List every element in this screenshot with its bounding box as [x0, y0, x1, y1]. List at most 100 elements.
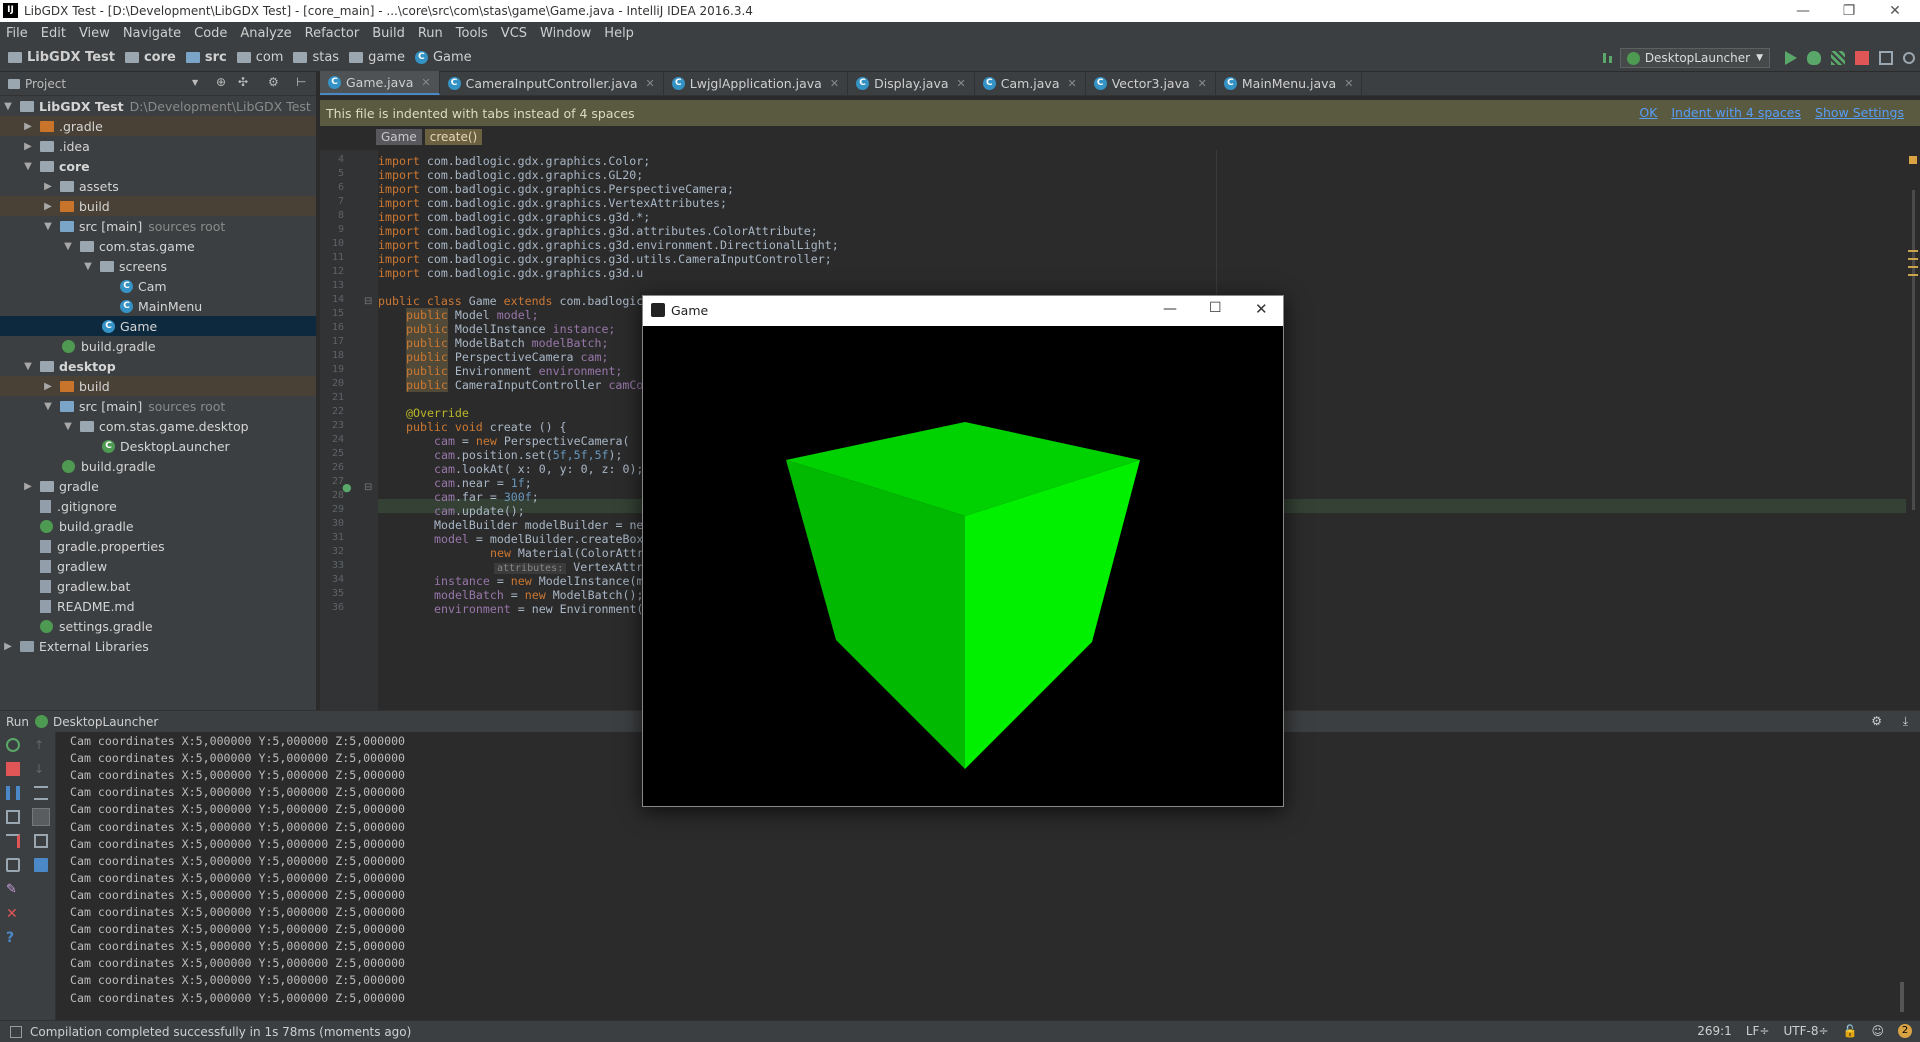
indent-4-spaces-link[interactable]: Indent with 4 spaces [1671, 105, 1801, 120]
tab-lwjgl-application[interactable]: C LwjglApplication.java ✕ [664, 71, 849, 95]
tree-item-mainmenu[interactable]: C MainMenu [0, 296, 316, 316]
console-scrollbar[interactable] [1900, 982, 1904, 1012]
tree-item-assets[interactable]: ▶ assets [0, 176, 316, 196]
maximize-button[interactable]: ❐ [1826, 0, 1872, 22]
tree-item-desktop-build-gradle[interactable]: build.gradle [0, 456, 316, 476]
trash-icon[interactable] [34, 858, 48, 872]
event-log-icon[interactable]: 2 [1898, 1024, 1912, 1038]
help-icon[interactable]: ? [6, 930, 20, 946]
stop-icon[interactable] [1855, 51, 1869, 65]
run-configuration-select[interactable]: DesktopLauncher ▼ [1619, 48, 1770, 68]
hide-panel-icon[interactable]: ⊢ [296, 75, 306, 89]
pause-icon[interactable] [6, 786, 20, 800]
tree-item-core-build[interactable]: ▶ build [0, 196, 316, 216]
menu-tools[interactable]: Tools [456, 26, 488, 41]
menu-edit[interactable]: Edit [41, 26, 66, 41]
menu-build[interactable]: Build [372, 26, 405, 41]
tree-item-desktop[interactable]: ▼ desktop [0, 356, 316, 376]
close-button[interactable]: ✕ [1255, 300, 1268, 318]
coverage-icon[interactable] [1831, 51, 1845, 65]
close-icon[interactable]: ✕ [1067, 77, 1076, 90]
fold-marker-icon[interactable]: ⊟ [364, 296, 372, 307]
exit-icon[interactable] [6, 834, 20, 848]
dump-threads-icon[interactable] [6, 810, 20, 824]
notification-ok-link[interactable]: OK [1639, 105, 1657, 120]
warning-marker-icon[interactable] [1908, 258, 1918, 260]
override-marker-icon[interactable]: ● [342, 481, 352, 494]
run-icon[interactable] [1785, 51, 1797, 65]
collapse-all-icon[interactable]: ✣ [238, 75, 248, 89]
tree-item-core-src[interactable]: ▼ src [main] sources root [0, 216, 316, 236]
pin-icon[interactable]: ✎ [6, 882, 20, 897]
project-panel-title[interactable]: Project [25, 77, 66, 91]
soft-wrap-icon[interactable] [34, 786, 48, 800]
run-config-tab[interactable]: DesktopLauncher [53, 715, 158, 729]
game-window-title-bar[interactable]: Game — ☐ ✕ [643, 296, 1283, 326]
breadcrumb-game-package[interactable]: game [349, 50, 405, 65]
maximize-button[interactable]: ☐ [1209, 300, 1222, 316]
inspector-icon[interactable]: ☺ [1871, 1024, 1884, 1038]
warning-marker-icon[interactable] [1908, 266, 1918, 268]
tree-item-package-game[interactable]: ▼ com.stas.game [0, 236, 316, 256]
editor-scrollbar[interactable] [1912, 190, 1915, 510]
menu-navigate[interactable]: Navigate [123, 26, 181, 41]
tab-display[interactable]: C Display.java ✕ [848, 71, 975, 95]
down-arrow-icon[interactable]: ↓ [34, 762, 48, 776]
menu-run[interactable]: Run [418, 26, 443, 41]
tab-vector3[interactable]: C Vector3.java ✕ [1086, 71, 1216, 95]
menu-analyze[interactable]: Analyze [240, 26, 291, 41]
gear-icon[interactable]: ⚙ [1871, 714, 1882, 728]
breadcrumb-src[interactable]: src [185, 50, 227, 65]
breadcrumb-stas[interactable]: stas [293, 50, 339, 65]
tree-item-idea[interactable]: ▶ .idea [0, 136, 316, 156]
game-window[interactable]: Game — ☐ ✕ [642, 295, 1284, 807]
tree-item-gradle-dir[interactable]: ▶ .gradle [0, 116, 316, 136]
scroll-from-source-icon[interactable]: ⊕ [216, 75, 226, 89]
menu-refactor[interactable]: Refactor [305, 26, 360, 41]
file-encoding[interactable]: UTF-8÷ [1783, 1024, 1828, 1038]
menu-view[interactable]: View [79, 26, 110, 41]
debug-icon[interactable] [1807, 51, 1821, 65]
close-icon[interactable]: ✕ [830, 77, 839, 90]
tree-item-game[interactable]: C Game [0, 316, 316, 336]
breadcrumb-com[interactable]: com [236, 50, 283, 65]
tree-item-cam[interactable]: C Cam [0, 276, 316, 296]
tree-item-package-desktop[interactable]: ▼ com.stas.game.desktop [0, 416, 316, 436]
warning-marker-icon[interactable] [1909, 156, 1917, 164]
chevron-down-icon[interactable]: ▼ [192, 78, 198, 87]
close-icon[interactable]: ✕ [646, 77, 655, 90]
build-project-icon[interactable] [1600, 51, 1615, 65]
close-button[interactable]: ✕ [1872, 0, 1918, 22]
gear-icon[interactable]: ⚙ [268, 75, 279, 89]
tree-item-gitignore[interactable]: .gitignore [0, 496, 316, 516]
warning-marker-icon[interactable] [1908, 250, 1918, 252]
up-arrow-icon[interactable]: ↑ [34, 738, 48, 752]
tab-camera-input-controller[interactable]: C CameraInputController.java ✕ [440, 71, 664, 95]
tab-game-java[interactable]: C Game.java ✕ [320, 71, 440, 95]
tree-item-desktop-src[interactable]: ▼ src [main] sources root [0, 396, 316, 416]
tree-item-gradlew[interactable]: gradlew [0, 556, 316, 576]
close-icon[interactable]: ✕ [1198, 77, 1207, 90]
breadcrumb-class[interactable]: Game [376, 129, 422, 145]
tree-item-gradle[interactable]: ▶ gradle [0, 476, 316, 496]
menu-code[interactable]: Code [194, 26, 227, 41]
menu-window[interactable]: Window [540, 26, 591, 41]
scroll-to-end-icon[interactable] [32, 808, 50, 826]
line-separator[interactable]: LF÷ [1746, 1024, 1770, 1038]
minimize-button[interactable]: — [1163, 301, 1177, 317]
close-icon[interactable]: ✕ [421, 76, 430, 89]
menu-help[interactable]: Help [604, 26, 634, 41]
breadcrumb-project[interactable]: LibGDX Test [8, 50, 115, 65]
caret-position[interactable]: 269:1 [1697, 1024, 1732, 1038]
tree-item-gradlew-bat[interactable]: gradlew.bat [0, 576, 316, 596]
tab-cam[interactable]: C Cam.java ✕ [975, 71, 1086, 95]
hide-panel-icon[interactable]: ⤓ [1903, 714, 1908, 729]
tab-mainmenu[interactable]: C MainMenu.java ✕ [1216, 71, 1363, 95]
breadcrumb-game-class[interactable]: C Game [414, 50, 472, 65]
tree-item-settings-gradle[interactable]: settings.gradle [0, 616, 316, 636]
tree-item-desktop-build[interactable]: ▶ build [0, 376, 316, 396]
breadcrumb-method[interactable]: create() [424, 129, 483, 145]
error-stripe[interactable] [1906, 150, 1920, 710]
tree-item-desktoplauncher[interactable]: C DesktopLauncher [0, 436, 316, 456]
tree-item-root-build-gradle[interactable]: build.gradle [0, 516, 316, 536]
